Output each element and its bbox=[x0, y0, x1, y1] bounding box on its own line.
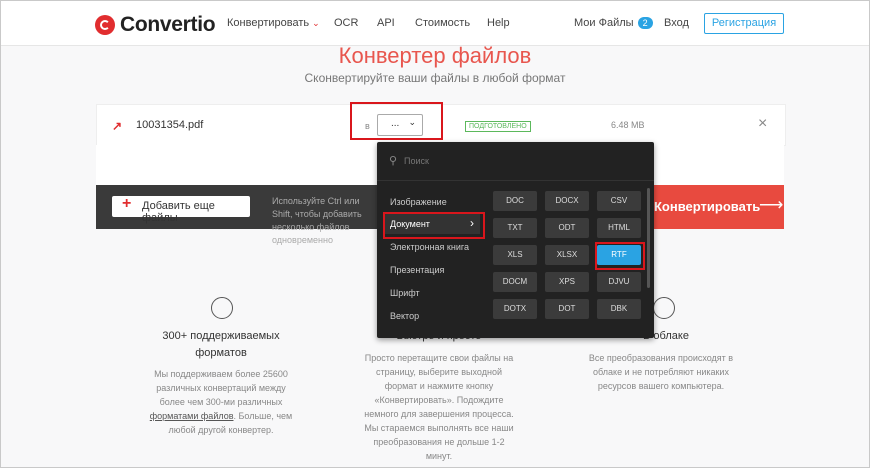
nav-help[interactable]: Help bbox=[487, 17, 510, 29]
format-option[interactable]: HTML bbox=[597, 218, 641, 238]
nav-login[interactable]: Вход bbox=[664, 17, 689, 29]
convert-button-label: Конвертировать bbox=[654, 199, 761, 214]
status-badge: ПОДГОТОВЛЕНО bbox=[465, 121, 531, 132]
format-option[interactable]: TXT bbox=[493, 218, 537, 238]
my-files-count-badge: 2 bbox=[637, 17, 653, 29]
register-button[interactable]: Регистрация bbox=[704, 13, 784, 34]
my-files-label: Мои Файлы bbox=[574, 17, 634, 29]
plus-icon: + bbox=[122, 195, 132, 212]
format-dropdown: ⚲ Поиск Изображение Документ › Электронн… bbox=[377, 142, 654, 338]
category-image[interactable]: Изображение bbox=[390, 197, 447, 207]
format-option[interactable]: XPS bbox=[545, 272, 589, 292]
file-name: 10031354.pdf bbox=[136, 119, 204, 131]
convertio-logo-icon bbox=[95, 15, 115, 35]
chevron-down-icon: ⌄ bbox=[312, 18, 320, 28]
feature-cloud-text: Все преобразования происходят в облаке и… bbox=[588, 353, 734, 391]
format-option[interactable]: DOT bbox=[545, 299, 589, 319]
format-option[interactable]: ODT bbox=[545, 218, 589, 238]
format-search[interactable]: ⚲ Поиск bbox=[377, 142, 654, 181]
format-option[interactable]: DOC bbox=[493, 191, 537, 211]
format-option[interactable]: XLSX bbox=[545, 245, 589, 265]
feature-formats-title: 300+ поддерживаемых форматов bbox=[162, 330, 280, 359]
format-option[interactable]: DJVU bbox=[597, 272, 641, 292]
feature-formats-text: Мы поддерживаем более 25600 различных ко… bbox=[146, 367, 296, 437]
format-option[interactable]: DOCX bbox=[545, 191, 589, 211]
highlight-rtf-format bbox=[595, 242, 645, 270]
page-title: Конвертер файлов bbox=[338, 43, 532, 68]
formats-link[interactable]: форматами файлов bbox=[150, 411, 234, 421]
category-font[interactable]: Шрифт bbox=[390, 288, 420, 298]
multi-select-hint: Используйте Ctrl или Shift, чтобы добави… bbox=[272, 196, 362, 245]
nav-convert-label: Конвертировать bbox=[227, 17, 310, 29]
feature-fast-text: Просто перетащите свои файлы на страницу… bbox=[364, 353, 514, 461]
page: Convertio Конвертировать ⌄ OCR API Стоимо… bbox=[0, 0, 870, 468]
highlight-document-category bbox=[383, 212, 485, 239]
format-option[interactable]: CSV bbox=[597, 191, 641, 211]
format-option[interactable]: DBK bbox=[597, 299, 641, 319]
feature-formats-text-part1: Мы поддерживаем более 25600 различных ко… bbox=[154, 369, 288, 407]
page-subtitle: Сконвертируйте ваши файлы в любой формат bbox=[304, 71, 566, 85]
nav-my-files[interactable]: Мои Файлы 2 bbox=[574, 17, 653, 29]
format-search-input[interactable]: Поиск bbox=[404, 156, 429, 166]
dropdown-scrollbar[interactable] bbox=[647, 188, 650, 288]
format-option[interactable]: XLS bbox=[493, 245, 537, 265]
nav-api[interactable]: API bbox=[377, 17, 395, 29]
category-vector[interactable]: Вектор bbox=[390, 311, 419, 321]
file-size: 6.48 MB bbox=[611, 120, 645, 130]
top-header: Convertio Конвертировать ⌄ OCR API Стоимо… bbox=[1, 1, 869, 46]
refresh-icon bbox=[211, 297, 233, 319]
logo[interactable]: Convertio bbox=[95, 13, 216, 37]
search-icon: ⚲ bbox=[389, 155, 398, 167]
remove-file-close-icon[interactable]: × bbox=[758, 115, 767, 133]
category-presentation[interactable]: Презентация bbox=[390, 265, 444, 275]
add-more-files-button[interactable]: + Добавить еще файлы bbox=[112, 195, 250, 224]
logo-text: Convertio bbox=[120, 13, 216, 36]
pdf-file-icon: ↗ bbox=[112, 119, 123, 133]
nav-convert[interactable]: Конвертировать ⌄ bbox=[227, 17, 320, 29]
category-ebook[interactable]: Электронная книга bbox=[390, 242, 469, 252]
nav-pricing[interactable]: Стоимость bbox=[415, 17, 470, 29]
highlight-format-select bbox=[350, 102, 443, 140]
format-option[interactable]: DOCM bbox=[493, 272, 537, 292]
cloud-upload-icon bbox=[653, 297, 675, 319]
nav-ocr[interactable]: OCR bbox=[334, 17, 358, 29]
format-option[interactable]: DOTX bbox=[493, 299, 537, 319]
arrow-right-icon: ⟶ bbox=[759, 195, 784, 214]
add-more-files-label: Добавить еще файлы bbox=[142, 200, 215, 224]
